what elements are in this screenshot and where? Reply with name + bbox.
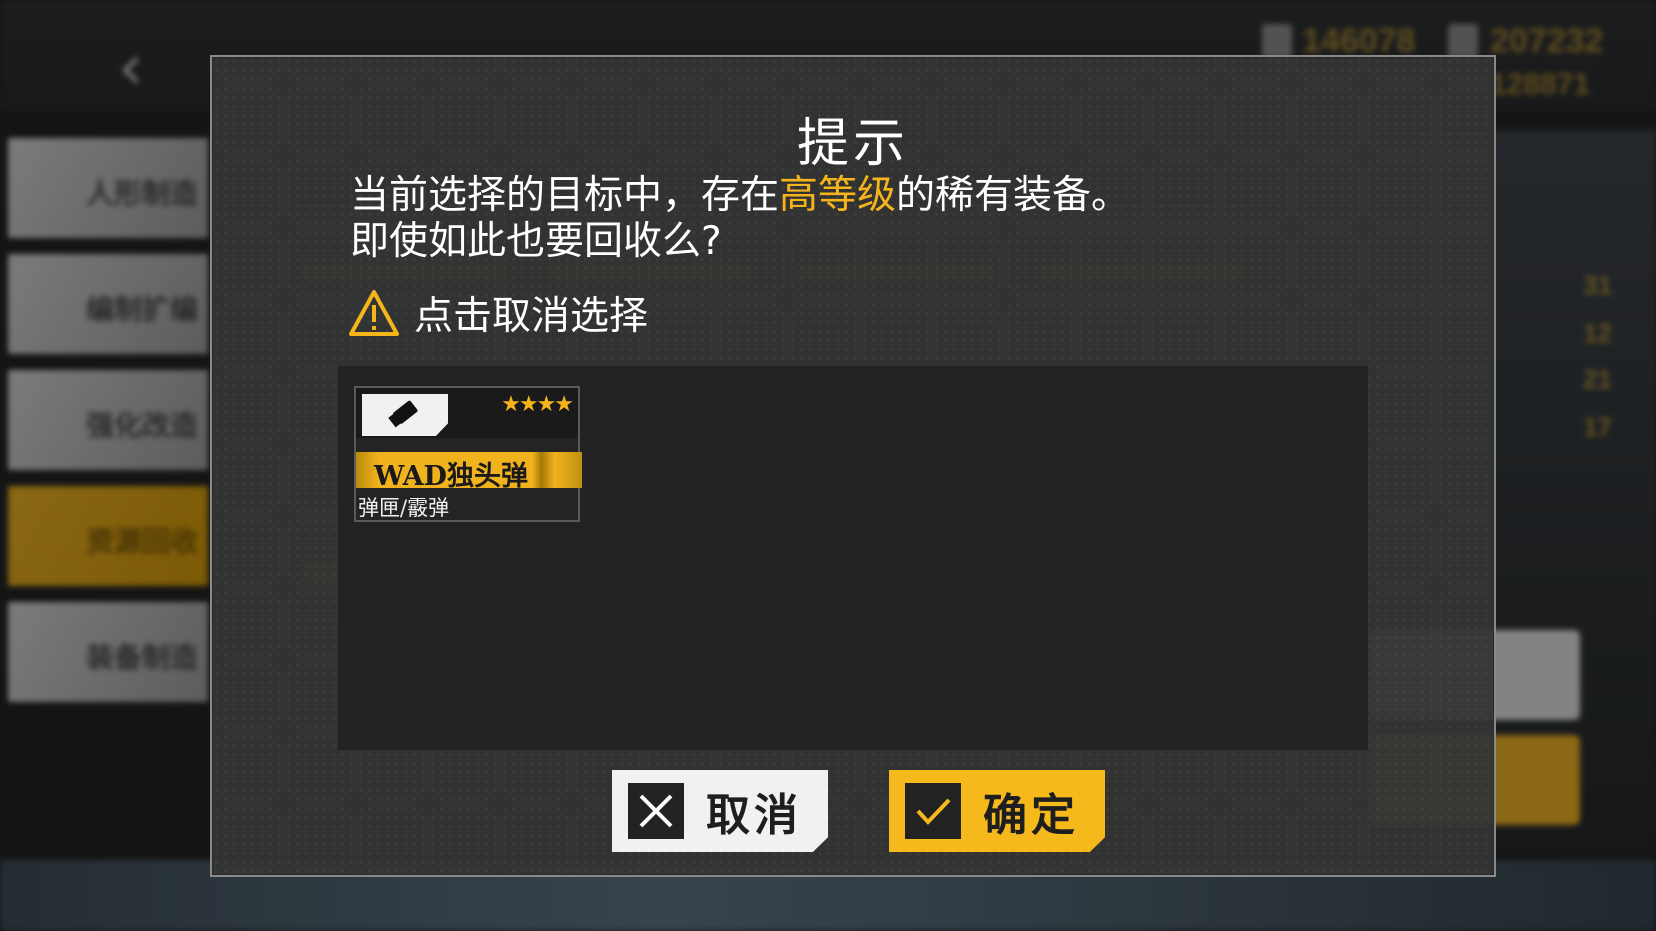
cancel-button[interactable]: 取消 [612, 770, 828, 852]
dialog-title: 提示 [796, 114, 909, 174]
rarity-stars: ★★★★ [501, 392, 574, 417]
confirm-label: 确定 [983, 790, 1079, 841]
check-icon [905, 783, 961, 839]
shotgun-shell-icon [388, 400, 418, 428]
message-text: 当前选择的目标中，存在 [350, 173, 780, 218]
screen: ‹ 146078 207232 128871 人形制造 编制扩编 强化改造 资源… [0, 0, 1656, 931]
close-icon [628, 783, 684, 839]
message-text: 的稀有装备。 [896, 173, 1131, 218]
confirm-dialog: 提示 当前选择的目标中，存在高等级的稀有装备。 即使如此也要回收么? 点击取消选… [210, 55, 1496, 877]
confirm-button[interactable]: 确定 [889, 770, 1105, 852]
warning-icon [349, 290, 399, 336]
hint-text: 点击取消选择 [414, 294, 649, 339]
equipment-name: WAD独头弹 [374, 461, 528, 492]
dialog-message: 当前选择的目标中，存在高等级的稀有装备。 即使如此也要回收么? [350, 173, 1450, 265]
equipment-card[interactable]: ★★★★ WAD独头弹 弹匣/霰弹 [354, 386, 582, 522]
card-icon-plate [362, 394, 448, 436]
equipment-type: 弹匣/霰弹 [358, 496, 450, 520]
message-question: 即使如此也要回收么? [350, 219, 722, 264]
cancel-label: 取消 [706, 790, 802, 841]
message-highlight: 高等级 [779, 173, 897, 218]
hint-row: 点击取消选择 [348, 287, 648, 339]
equipment-list: ★★★★ WAD独头弹 弹匣/霰弹 [338, 366, 1368, 750]
